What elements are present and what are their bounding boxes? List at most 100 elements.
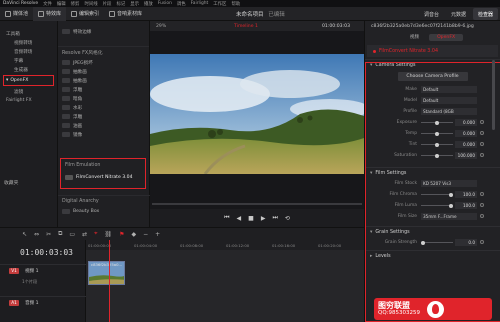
list-item[interactable]: 抽象画 xyxy=(58,67,149,76)
keyframe-icon[interactable] xyxy=(480,240,484,244)
viewer-scrubber[interactable] xyxy=(152,203,362,205)
param-value-field[interactable]: 0.000 xyxy=(455,141,477,148)
param-slider[interactable] xyxy=(421,240,453,245)
menu-workspace[interactable]: 工作区 xyxy=(213,1,226,7)
bin-video-transitions[interactable]: 视频转场 xyxy=(0,38,57,47)
slider-knob[interactable] xyxy=(449,192,453,197)
slider-knob[interactable] xyxy=(435,153,439,158)
param-dropdown[interactable]: Default xyxy=(421,86,477,93)
param-slider[interactable] xyxy=(421,131,453,136)
mixer-button[interactable]: 调音台 xyxy=(419,8,444,20)
video-clip[interactable]: c836f2b325a0... xyxy=(88,261,125,285)
playhead[interactable] xyxy=(109,240,110,322)
selection-tool-icon[interactable]: ↖ xyxy=(22,231,27,238)
video-viewer[interactable] xyxy=(150,31,364,209)
flag-icon[interactable]: ⚑ xyxy=(119,231,124,238)
video-track-header[interactable]: V1 视频 1 1个片段 xyxy=(0,264,86,288)
skip-to-end-icon[interactable]: ⏭ xyxy=(272,214,277,222)
list-item[interactable]: JPEG损坏 xyxy=(58,58,149,67)
link-icon[interactable]: ⛓ xyxy=(104,231,112,238)
param-slider[interactable] xyxy=(421,120,453,125)
loop-icon[interactable]: ⟲ xyxy=(285,215,290,222)
plugin-header[interactable]: FilmConvert Nitrate 3.04 xyxy=(367,45,498,57)
overwrite-icon[interactable]: ▭ xyxy=(69,231,75,238)
edit-index-button[interactable]: 编辑索引 xyxy=(66,7,104,21)
keyframe-icon[interactable] xyxy=(480,203,484,207)
enable-toggle-icon[interactable] xyxy=(373,49,376,53)
bin-openfx[interactable]: ▾ OpenFX xyxy=(3,75,54,86)
param-value-field[interactable]: 100.000 xyxy=(455,152,477,159)
param-dropdown[interactable]: 35mm F...Frame xyxy=(421,213,477,220)
favorites-label[interactable]: 收藏夹 xyxy=(4,179,18,186)
keyframe-icon[interactable] xyxy=(480,214,484,218)
keyframe-icon[interactable] xyxy=(480,153,484,157)
param-value-field[interactable]: 100.0 xyxy=(455,202,477,209)
inspector-scrollbar[interactable] xyxy=(492,60,495,130)
blade-tool-icon[interactable]: ✂ xyxy=(46,231,51,238)
param-dropdown[interactable]: Default xyxy=(421,97,477,104)
keyframe-icon[interactable] xyxy=(480,142,484,146)
inspector-button[interactable]: 检查器 xyxy=(472,8,498,20)
list-item[interactable]: 镜像 xyxy=(58,130,149,139)
slider-knob[interactable] xyxy=(421,240,425,245)
audio-track-header[interactable]: A1 音频 1 xyxy=(0,296,86,318)
menu-fusion[interactable]: Fusion xyxy=(158,1,172,6)
sound-library-button[interactable]: 音响素材库 xyxy=(104,7,147,21)
menu-fairlight[interactable]: Fairlight xyxy=(191,1,209,6)
slider-knob[interactable] xyxy=(449,203,453,208)
film-settings-header[interactable]: ▾ Film Settings xyxy=(365,167,500,178)
play-icon[interactable]: ▶ xyxy=(261,215,266,222)
camera-settings-header[interactable]: ▾ Camera Settings xyxy=(365,59,500,70)
grain-settings-header[interactable]: ▾ Grain Settings xyxy=(365,226,500,237)
choose-camera-profile-button[interactable]: Choose Camera Profile xyxy=(397,72,468,81)
trim-tool-icon[interactable]: ⇔ xyxy=(34,231,39,238)
keyframe-icon[interactable] xyxy=(480,120,484,124)
track-tag[interactable]: A1 xyxy=(9,300,19,306)
media-pool-button[interactable]: 媒体池 xyxy=(0,7,33,21)
list-item[interactable]: 浮雕 xyxy=(58,112,149,121)
param-slider[interactable] xyxy=(421,142,453,147)
param-value-field[interactable]: 100.0 xyxy=(455,191,477,198)
keyframe-icon[interactable] xyxy=(480,192,484,196)
list-item[interactable]: 暗角 xyxy=(58,94,149,103)
track-tag[interactable]: V1 xyxy=(9,268,19,274)
snapping-icon[interactable]: ⌖ xyxy=(94,230,97,238)
skip-to-start-icon[interactable]: ⏮ xyxy=(224,214,229,222)
zoom-in-icon[interactable]: + xyxy=(155,231,160,238)
list-item[interactable]: 特效边缘 xyxy=(58,27,149,36)
timeline-name[interactable]: Timeline 1 xyxy=(234,24,258,29)
metadata-button[interactable]: 元数据 xyxy=(446,8,471,20)
keyframe-icon[interactable] xyxy=(480,131,484,135)
replace-icon[interactable]: ⇄ xyxy=(82,231,87,238)
levels-header[interactable]: ▸ Levels xyxy=(365,250,500,261)
bin-titles[interactable]: 字幕 xyxy=(0,56,57,65)
zoom-out-icon[interactable]: − xyxy=(143,231,148,238)
param-slider[interactable] xyxy=(421,192,453,197)
slider-knob[interactable] xyxy=(435,142,439,147)
bin-filters[interactable]: 滤镜 xyxy=(0,87,57,96)
bin-audio-transitions[interactable]: 音频转场 xyxy=(0,47,57,56)
list-item[interactable]: Beauty Box xyxy=(58,207,150,216)
tab-openfx[interactable]: OpenFX xyxy=(429,33,464,41)
param-dropdown[interactable]: KD 5207 Vis3 xyxy=(421,180,477,187)
list-item[interactable]: 抽象画 xyxy=(58,76,149,85)
param-value-field[interactable]: 0.0 xyxy=(455,239,477,246)
list-item[interactable]: 水彩 xyxy=(58,103,149,112)
bin-generators[interactable]: 生成器 xyxy=(0,65,57,74)
param-slider[interactable] xyxy=(421,203,453,208)
play-reverse-icon[interactable]: ◀ xyxy=(237,215,242,222)
tab-video[interactable]: 视频 xyxy=(402,33,427,41)
bin-toolbox[interactable]: 工具箱 xyxy=(0,29,57,38)
bin-fairlight-fx[interactable]: Fairlight FX xyxy=(0,96,57,105)
list-item[interactable]: 浮雕 xyxy=(58,85,149,94)
param-slider[interactable] xyxy=(421,153,453,158)
insert-icon[interactable]: ⧉ xyxy=(58,230,62,238)
list-item[interactable]: 油画 xyxy=(58,121,149,130)
param-value-field[interactable]: 0.000 xyxy=(455,119,477,126)
stop-icon[interactable]: ■ xyxy=(248,215,254,222)
zoom-level[interactable]: 29% xyxy=(156,24,166,29)
menu-color[interactable]: 调色 xyxy=(177,1,186,7)
slider-knob[interactable] xyxy=(435,120,439,125)
timeline-ruler[interactable]: 01:00:00:00 01:00:04:00 01:00:08:00 01:0… xyxy=(86,240,364,250)
marker-icon[interactable]: ◆ xyxy=(132,231,137,238)
